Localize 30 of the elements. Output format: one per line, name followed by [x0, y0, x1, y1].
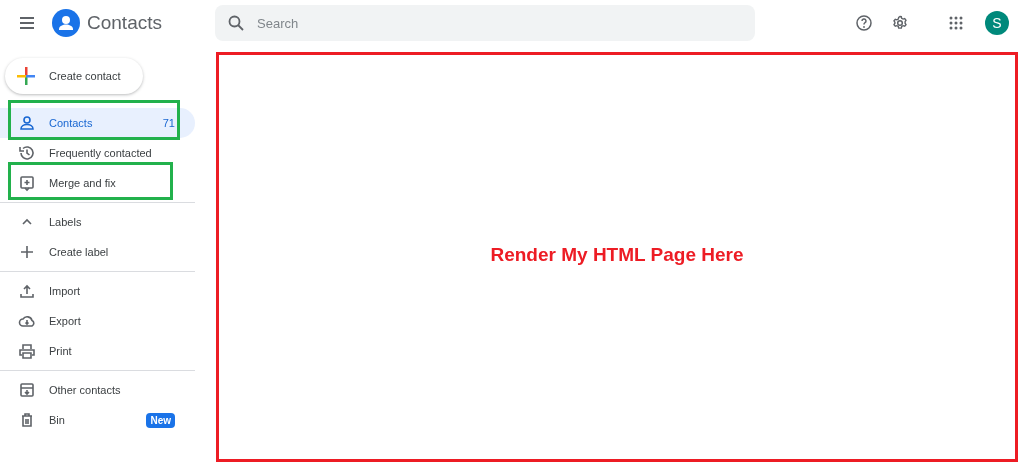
menu-icon[interactable] — [18, 14, 36, 32]
help-icon[interactable] — [855, 14, 873, 32]
sidebar-item[interactable]: Merge and fix — [0, 168, 195, 198]
person-logo-icon — [52, 9, 80, 37]
printer-icon — [18, 342, 36, 360]
sidebar-item[interactable]: Print — [0, 336, 195, 366]
placeholder-text: Render My HTML Page Here — [490, 243, 744, 266]
person-icon — [18, 114, 36, 132]
sidebar-item[interactable]: Export — [0, 306, 195, 336]
upload-icon — [18, 282, 36, 300]
search-icon — [227, 14, 245, 32]
history-icon — [18, 144, 36, 162]
sidebar-item[interactable]: Import — [0, 276, 195, 306]
sidebar-item[interactable]: Other contacts — [0, 375, 195, 405]
apps-grid-icon[interactable] — [947, 14, 965, 32]
new-badge: New — [146, 412, 175, 428]
sidebar-item[interactable]: Bin New — [0, 405, 195, 435]
contact-count: 71 — [162, 117, 175, 129]
sidebar-item[interactable]: Labels — [0, 207, 195, 237]
merge-icon — [18, 174, 36, 192]
create-contact-button[interactable]: Create contact — [5, 58, 143, 94]
plus-icon — [18, 243, 36, 261]
sidebar-item[interactable]: Contacts 71 — [0, 108, 195, 138]
account-avatar[interactable]: S — [985, 11, 1009, 35]
plus-icon — [15, 65, 37, 87]
sidebar-item[interactable]: Create label — [0, 237, 195, 267]
app-title: Contacts — [87, 12, 162, 34]
sidebar-item[interactable]: Frequently contacted — [0, 138, 195, 168]
settings-icon[interactable] — [891, 14, 909, 32]
archive-icon — [18, 381, 36, 399]
